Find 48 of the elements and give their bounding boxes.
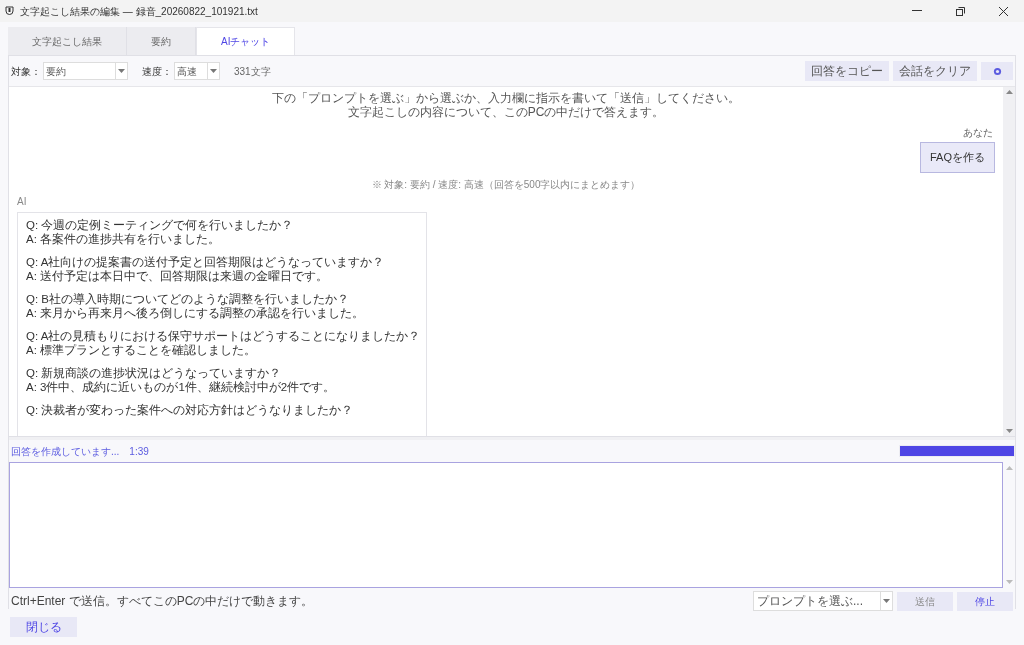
message-input[interactable] [9,462,1003,588]
answer-line: A: 3件中、成約に近いものが1件、継続検討中が2件です。 [26,380,337,394]
answer-line: Q: A社の見積もりにおける保守サポートはどうすることになりましたか？ [26,328,418,343]
answer-line: A: 標準プランとすることを確認しました。 [26,342,258,357]
user-message: FAQを作る [920,142,995,173]
speed-label: 速度： [142,64,172,79]
tab[interactable]: AIチャット [196,27,296,55]
user-label: あなた [963,126,993,140]
intro-text: 文字起こしの内容について、このPCの中だけで答えます。 [347,105,665,119]
scroll-down-icon[interactable] [1005,429,1013,433]
app-icon [5,6,14,16]
caret-icon [118,69,125,73]
intro-text: 下の「プロンプトを選ぶ」から選ぶか、入力欄に指示を書いて「送信」してください。 [272,91,740,105]
scroll-down-icon[interactable] [1005,580,1013,584]
prompt-dropdown[interactable]: プロンプトを選ぶ... [753,591,893,611]
scroll-up-icon[interactable] [1005,90,1013,94]
caret-icon [883,599,890,603]
elapsed-time: 1:39 [129,444,149,459]
answer-line: A: 各案件の進捗共有を行いました。 [26,231,222,246]
answer-line: A: 送付予定は本日中で、回答期限は来週の金曜日です。 [26,269,330,283]
tab[interactable]: 要約 [127,27,196,55]
speed-dropdown[interactable]: 高速 [174,62,220,80]
scroll-up-icon[interactable] [1005,466,1013,470]
answer-line: Q: 今週の定例ミーティングで何を行いましたか？ [26,217,295,232]
settings-icon [992,66,1002,76]
target-dropdown[interactable]: 要約 [43,62,128,80]
answer-line: A: 来月から再来月へ後ろ倒しにする調整の承認を行いました。 [26,305,366,320]
tab[interactable]: 文字起こし結果 [8,27,127,55]
status-text: 回答を作成しています... [11,444,120,459]
close-button[interactable]: 閉じる [10,617,77,637]
answer-line: Q: B社の導入時期についてどのような調整を行いましたか？ [26,291,350,306]
caret-icon [210,69,217,73]
ai-label: AI [17,194,28,209]
answer-line: Q: 新規商談の進捗状況はどうなっていますか？ [26,365,283,380]
window-title: 文字起こし結果の編集 — 録音_20260822_101921.txt [20,4,258,19]
stop-button[interactable]: 停止 [957,591,1013,611]
note-text: ※ 対象: 要約 / 速度: 高速（回答を500字以内にまとめます） [371,177,641,192]
hint-text: Ctrl+Enter で送信。すべてこのPCの中だけで動きます。 [11,593,314,610]
answer-line: Q: 決裁者が変わった案件への対応方針はどうなりましたか？ [26,402,355,417]
toolbar-button[interactable]: 会話をクリア [893,61,977,81]
char-count: 331文字 [234,64,271,79]
restore-icon[interactable] [956,6,965,16]
minimize-icon[interactable] [912,10,922,12]
settings-button[interactable] [981,62,1013,80]
close-icon[interactable] [999,6,1008,16]
target-label: 対象： [11,64,41,79]
answer-line: Q: A社向けの提案書の送付予定と回答期限はどうなっていますか？ [26,254,386,269]
toolbar-button[interactable]: 回答をコピー [805,61,889,81]
